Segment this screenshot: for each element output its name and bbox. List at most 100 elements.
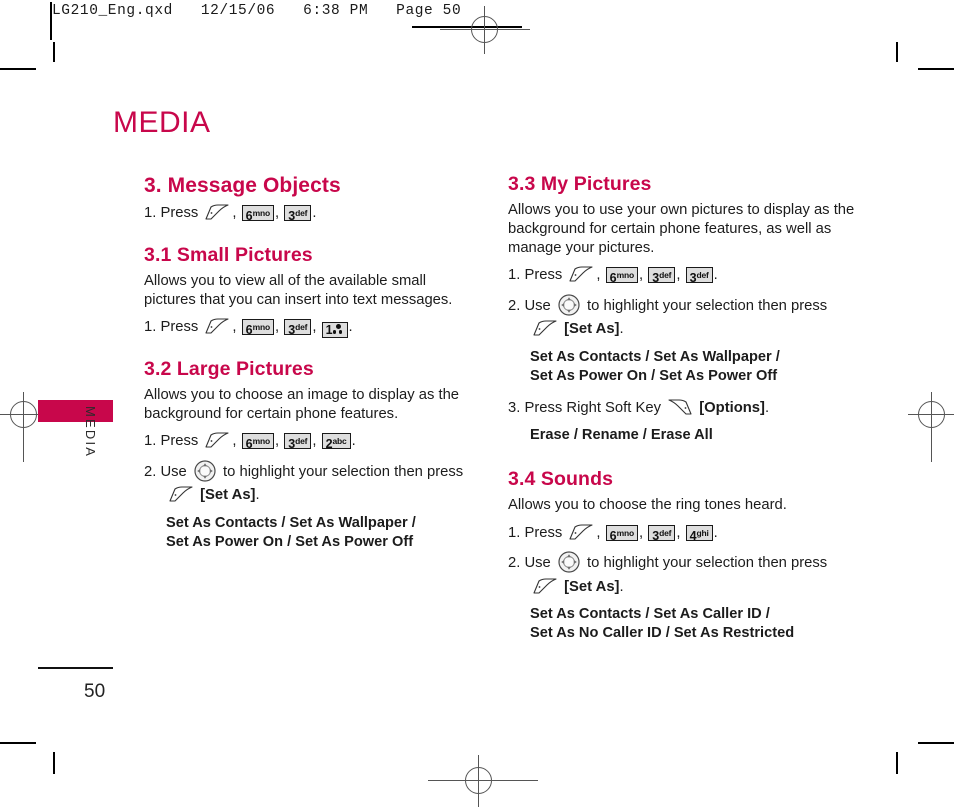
- section-body-small-pictures: Allows you to view all of the available …: [144, 273, 453, 308]
- soft-key-icon: [568, 266, 594, 283]
- key-3def: 3def: [284, 319, 312, 337]
- section-body-my-pictures: Allows you to use your own pictures to d…: [508, 202, 855, 256]
- registration-mark-right: [908, 392, 954, 462]
- soft-key-icon: [168, 486, 194, 503]
- crop-mark-top-right-horizontal: [918, 68, 954, 70]
- voicemail-icon: [333, 324, 344, 335]
- step-label: 2. Use: [508, 555, 551, 572]
- crop-mark-bottom-left-vertical: [53, 752, 55, 774]
- period-2: .: [619, 578, 624, 595]
- step-mid-text: to highlight your selection then press: [223, 463, 464, 480]
- key-6mno: 6mno: [241, 319, 274, 337]
- key-3def: 3def: [284, 205, 312, 223]
- nav-key-icon: [558, 294, 580, 316]
- right-column: 3.3 My Pictures Allows you to use your o…: [508, 172, 858, 655]
- soft-key-icon: [204, 318, 230, 335]
- step-continuation: [Set As].: [144, 485, 474, 506]
- comma-1: ,: [596, 524, 601, 541]
- crop-mark-top-right-vertical: [896, 42, 898, 62]
- option-line-1: Erase / Rename / Erase All: [530, 427, 713, 444]
- comma-3: ,: [676, 524, 681, 541]
- soft-key-icon: [532, 578, 558, 595]
- comma-3: ,: [676, 267, 681, 284]
- nav-key-icon: [558, 551, 580, 574]
- step-label: 2. Use: [144, 463, 187, 480]
- chapter-side-tab: [38, 400, 113, 422]
- period-1: .: [351, 433, 356, 450]
- crop-mark-bottom-right-horizontal: [918, 742, 954, 744]
- section-heading-sounds: 3.4 Sounds: [508, 467, 614, 490]
- period-1: .: [348, 319, 353, 336]
- key-4ghi: 4ghi: [685, 524, 713, 543]
- section-heading-small-pictures: 3.1 Small Pictures: [144, 243, 313, 266]
- period-1: .: [713, 524, 718, 541]
- set-as-label: [Set As]: [564, 578, 620, 595]
- section-heading-my-pictures: 3.3 My Pictures: [508, 173, 652, 195]
- section-body-sounds: Allows you to choose the ring tones hear…: [508, 497, 787, 514]
- step-label: 1. Press: [508, 267, 563, 284]
- set-as-label: [Set As]: [200, 487, 256, 504]
- period-1: .: [713, 267, 718, 284]
- key-6mno: 6mno: [241, 433, 274, 451]
- key-3def-a: 3def: [648, 267, 676, 285]
- soft-key-icon: [568, 524, 594, 541]
- key-2abc: 2abc: [321, 433, 351, 451]
- step-right-soft-key-options: 3. Press Right Soft Key [Options].: [508, 398, 858, 419]
- soft-key-icon: [532, 320, 558, 337]
- option-line-2: Set As Power On / Set As Power Off: [530, 367, 778, 384]
- comma-1: ,: [232, 205, 237, 222]
- step-label: 1. Press: [144, 433, 199, 450]
- period-2: .: [619, 321, 624, 338]
- option-line-2: Set As Power On / Set As Power Off: [166, 533, 414, 550]
- step-press-message-objects: 1. Press , 6mno, 3def.: [144, 203, 474, 224]
- set-as-label: [Set As]: [564, 321, 620, 338]
- comma-2: ,: [638, 524, 644, 541]
- period-2: .: [255, 487, 260, 504]
- comma-1: ,: [596, 267, 601, 284]
- registration-mark-bottom: [428, 755, 538, 807]
- key-6mno: 6mno: [241, 205, 274, 223]
- step-continuation: [Set As].: [508, 319, 858, 340]
- step-press-large-pictures: 1. Press , 6mno, 3def, 2abc.: [144, 431, 474, 452]
- step-press-my-pictures: 1. Press , 6mno, 3def, 3def.: [508, 265, 858, 286]
- crop-mark-bottom-left-horizontal: [0, 742, 36, 744]
- section-heading-large-pictures: 3.2 Large Pictures: [144, 357, 314, 380]
- step-press-small-pictures: 1. Press , 6mno, 3def, 1.: [144, 317, 474, 339]
- comma-2: ,: [274, 433, 280, 450]
- crop-mark-top-left-vertical: [53, 42, 55, 62]
- options-label: [Options]: [699, 399, 765, 416]
- step-use-sounds: 2. Use to highlight your selection then …: [508, 551, 858, 598]
- crop-mark-top-left-horizontal: [0, 68, 36, 70]
- comma-2: ,: [638, 267, 644, 284]
- comma-3: ,: [312, 319, 317, 336]
- soft-key-icon: [204, 204, 230, 221]
- step-press-sounds: 1. Press , 6mno, 3def, 4ghi.: [508, 523, 858, 544]
- period-3: .: [764, 399, 770, 416]
- step-use-large-pictures: 2. Use to highlight your selection then …: [144, 460, 474, 507]
- step-label: 2. Use: [508, 297, 551, 314]
- key-3def: 3def: [648, 524, 676, 543]
- key-3def: 3def: [284, 433, 312, 451]
- left-column: 3. Message Objects 1. Press , 6mno, 3def…: [144, 172, 474, 564]
- step-mid-text: to highlight your selection then press: [587, 297, 828, 314]
- step-label: 3. Press Right Soft Key: [508, 399, 661, 416]
- page-number-rule: [38, 667, 113, 669]
- section-body-large-pictures: Allows you to choose an image to display…: [144, 387, 460, 422]
- crop-mark-bottom-right-vertical: [896, 752, 898, 774]
- period-1: .: [312, 205, 317, 222]
- nav-key-icon: [194, 460, 216, 482]
- options-list-sounds: Set As Contacts / Set As Caller ID / Set…: [530, 605, 858, 643]
- step-continuation: [Set As].: [508, 577, 858, 598]
- chapter-side-tab-label: MEDIA: [83, 406, 98, 459]
- comma-3: ,: [312, 433, 317, 450]
- soft-key-icon: [204, 432, 230, 449]
- right-soft-key-icon: [667, 399, 693, 416]
- comma-2: ,: [274, 205, 280, 222]
- option-line-1: Set As Contacts / Set As Caller ID /: [530, 606, 770, 623]
- section-heading-message-objects: 3. Message Objects: [144, 174, 341, 197]
- printer-header-text: LG210_Eng.qxd 12/15/06 6:38 PM Page 50: [52, 3, 462, 19]
- page-title: MEDIA: [113, 106, 211, 139]
- step-label: 1. Press: [144, 319, 199, 336]
- step-use-my-pictures: 2. Use to highlight your selection then …: [508, 294, 858, 341]
- option-line-1: Set As Contacts / Set As Wallpaper /: [166, 514, 416, 531]
